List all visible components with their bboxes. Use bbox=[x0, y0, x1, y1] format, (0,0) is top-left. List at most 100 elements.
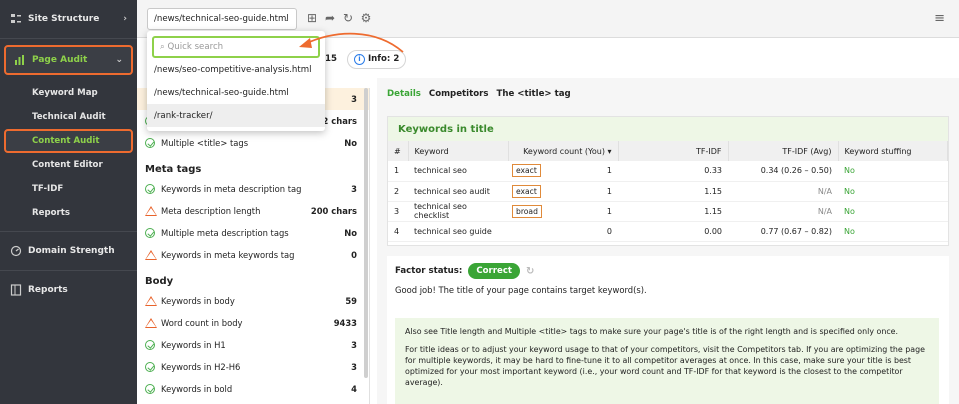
factor-row[interactable]: Keywords in body 59 bbox=[137, 290, 369, 312]
table-cell: No bbox=[838, 221, 948, 242]
keyword-count: 1 bbox=[606, 186, 612, 196]
factor-row[interactable]: Word count in body 9433 bbox=[137, 312, 369, 334]
table-cell: 1 bbox=[388, 161, 408, 182]
factor-label: Keywords in body bbox=[161, 296, 235, 306]
column-header[interactable]: # bbox=[388, 141, 409, 161]
sidebar-item-domain-strength[interactable]: Domain Strength bbox=[0, 232, 137, 270]
table-cell: 0.00 bbox=[618, 221, 728, 242]
tab-details[interactable]: Details bbox=[387, 89, 421, 99]
factor-label: Multiple <title> tags bbox=[161, 138, 249, 148]
sidebar-item-reports[interactable]: Reports bbox=[0, 271, 137, 309]
url-selector-value: /news/technical-seo-guide.html bbox=[154, 14, 289, 24]
factor-value: 4 bbox=[351, 384, 357, 394]
refresh-icon[interactable]: ↻ bbox=[341, 11, 355, 25]
sidebar-item-technical-audit[interactable]: Technical Audit bbox=[0, 105, 137, 129]
factor-row[interactable]: Keywords in meta description tag 3 bbox=[137, 178, 369, 200]
add-icon[interactable]: ⊞ bbox=[305, 11, 319, 25]
table-row[interactable]: 4 technical seo guide 0 0.00 0.77 (0.67 – 0.… bbox=[388, 221, 948, 242]
table-row[interactable]: 2 technical seo audit exact 1 1.15 N/A No bbox=[388, 181, 948, 202]
table-cell: exact 1 bbox=[508, 181, 618, 202]
factor-row[interactable]: Keywords in bold 4 bbox=[137, 378, 369, 400]
sidebar-item-keyword-map[interactable]: Keyword Map bbox=[0, 81, 137, 105]
url-selector[interactable]: /news/technical-seo-guide.html ⌄ bbox=[147, 8, 297, 30]
factor-row[interactable]: Keywords in H1 3 bbox=[137, 334, 369, 356]
sidebar: Site Structure › Page Audit ⌄ Keyword Ma… bbox=[0, 0, 137, 404]
divider bbox=[0, 38, 137, 39]
table-cell: technical seo guide bbox=[408, 221, 508, 242]
keywords-in-title-panel: Keywords in title # Keyword Keyword coun… bbox=[387, 116, 949, 246]
factor-value: 9433 bbox=[333, 318, 357, 328]
tips-box: Also see Title length and Multiple <titl… bbox=[395, 318, 939, 404]
sidebar-item-label: Page Audit bbox=[32, 55, 88, 65]
factor-row[interactable]: Multiple <title> tags No bbox=[137, 132, 369, 154]
tab-title-tag[interactable]: The <title> tag bbox=[496, 89, 570, 99]
check-circle-icon bbox=[145, 384, 155, 394]
sidebar-item-label: Domain Strength bbox=[28, 246, 115, 256]
sidebar-item-content-audit[interactable]: Content Audit bbox=[4, 129, 133, 153]
column-header[interactable]: Keyword bbox=[408, 141, 509, 161]
sidebar-item-page-audit[interactable]: Page Audit ⌄ bbox=[4, 45, 133, 75]
table-cell: No bbox=[838, 201, 948, 222]
gauge-icon bbox=[10, 245, 22, 257]
sidebar-item-site-structure[interactable]: Site Structure › bbox=[0, 0, 137, 38]
factor-row[interactable]: Multiple meta description tags No bbox=[137, 222, 369, 244]
sidebar-item-tf-idf[interactable]: TF-IDF bbox=[0, 177, 137, 201]
scrollbar[interactable] bbox=[364, 88, 368, 378]
factor-row[interactable]: Keywords in H2-H6 3 bbox=[137, 356, 369, 378]
table-cell: broad 1 bbox=[508, 201, 618, 222]
detail-tabs: Details Competitors The <title> tag bbox=[377, 78, 959, 110]
table-row[interactable]: 1 technical seo exact 1 0.33 0.34 (0.26 – 0.5… bbox=[388, 161, 948, 182]
search-icon: ⌕ bbox=[160, 42, 168, 52]
table-cell: 0.33 bbox=[618, 161, 728, 182]
factor-label: Keywords in H2-H6 bbox=[161, 362, 241, 372]
table-cell: 3 bbox=[388, 201, 408, 222]
sidebar-item-content-editor[interactable]: Content Editor bbox=[0, 153, 137, 177]
factor-value: 59 bbox=[345, 296, 357, 306]
tip-text: Also see Title length and Multiple <titl… bbox=[405, 327, 899, 336]
status-message: Good job! The title of your page contain… bbox=[395, 285, 647, 295]
factor-label: Keywords in meta description tag bbox=[161, 184, 302, 194]
keywords-table: # Keyword Keyword count (You) ▾ TF-IDF T… bbox=[388, 141, 948, 242]
warning-icon bbox=[145, 296, 157, 306]
factor-row[interactable]: Meta description length 200 chars bbox=[137, 200, 369, 222]
factor-value: 3 bbox=[351, 94, 357, 104]
factor-value: 200 chars bbox=[310, 206, 357, 216]
factor-status-panel: Factor status: Correct ↻ Good job! The t… bbox=[387, 256, 949, 404]
check-circle-icon bbox=[145, 138, 155, 148]
factor-value: No bbox=[344, 228, 357, 238]
site-structure-icon bbox=[11, 14, 21, 23]
table-cell: 0 bbox=[508, 221, 618, 242]
factor-label: Meta description length bbox=[161, 206, 261, 216]
factor-status-label: Factor status: bbox=[395, 266, 463, 276]
factor-list: 3 Title length52 charsMultiple <title> t… bbox=[137, 88, 370, 404]
factor-value: 3 bbox=[351, 184, 357, 194]
table-cell: N/A bbox=[728, 181, 838, 202]
dropdown-option[interactable]: /news/technical-seo-guide.html bbox=[147, 81, 325, 104]
factor-label: Keywords in H1 bbox=[161, 340, 226, 350]
dropdown-option[interactable]: /news/seo-competitive-analysis.html bbox=[147, 58, 325, 81]
column-header[interactable]: TF-IDF bbox=[618, 141, 729, 161]
share-icon[interactable]: ➦ bbox=[323, 11, 337, 25]
check-circle-icon bbox=[145, 184, 155, 194]
dropdown-option[interactable]: /rank-tracker/ bbox=[147, 104, 325, 127]
tip-text: For title ideas or to adjust your keywor… bbox=[405, 345, 925, 387]
column-header[interactable]: Keyword count (You) ▾ bbox=[508, 141, 619, 161]
column-header[interactable]: TF-IDF (Avg) bbox=[728, 141, 839, 161]
sidebar-item-label: Site Structure bbox=[28, 14, 100, 24]
factor-value: 3 bbox=[351, 340, 357, 350]
sidebar-item-label: Reports bbox=[28, 285, 68, 295]
keyword-count: 1 bbox=[606, 206, 612, 216]
table-row[interactable]: 3 technical seo checklist broad 1 1.15 N/A No bbox=[388, 201, 948, 222]
factor-row[interactable]: Keywords in meta keywords tag 0 bbox=[137, 244, 369, 266]
sidebar-item-reports-sub[interactable]: Reports bbox=[0, 201, 137, 225]
recheck-icon[interactable]: ↻ bbox=[526, 266, 534, 277]
column-header[interactable]: Keyword stuffing bbox=[838, 141, 948, 161]
menu-icon[interactable]: ≡ bbox=[934, 11, 945, 26]
warning-icon bbox=[145, 318, 157, 328]
settings-icon[interactable]: ⚙ bbox=[359, 11, 373, 25]
page-audit-icon bbox=[15, 55, 24, 65]
callout-arrow-icon bbox=[299, 32, 404, 53]
factor-value: 0 bbox=[351, 250, 357, 260]
warning-icon bbox=[145, 206, 157, 216]
tab-competitors[interactable]: Competitors bbox=[429, 89, 489, 99]
